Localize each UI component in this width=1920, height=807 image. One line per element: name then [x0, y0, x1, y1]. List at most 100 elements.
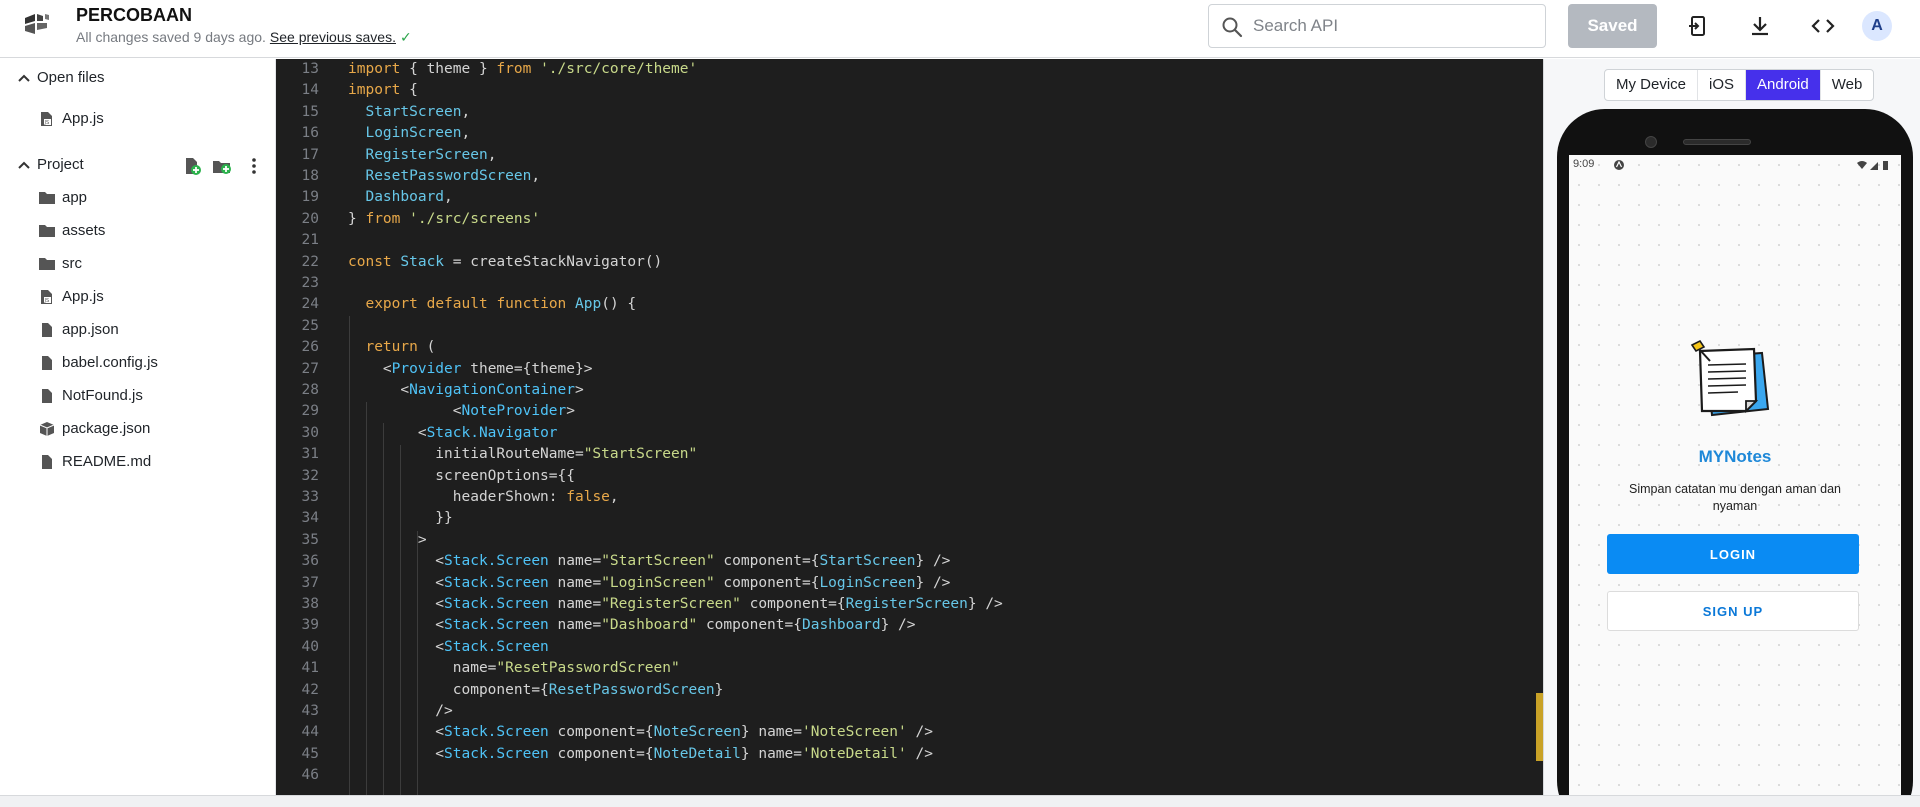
- project-title[interactable]: PERCOBAAN: [76, 5, 192, 26]
- platform-tab-web[interactable]: Web: [1821, 70, 1874, 100]
- tree-item-label: src: [62, 255, 82, 272]
- platform-tab-ios[interactable]: iOS: [1698, 70, 1747, 100]
- line-text: initialRouteName="StartScreen": [348, 446, 698, 463]
- new-file-icon[interactable]: [182, 156, 202, 176]
- code-line[interactable]: 25: [276, 316, 1543, 337]
- code-line[interactable]: 22 const Stack = createStackNavigator(): [276, 252, 1543, 273]
- platform-tab-android[interactable]: Android: [1746, 70, 1821, 100]
- code-line[interactable]: 29 <NoteProvider>: [276, 401, 1543, 422]
- open-files-header[interactable]: Open files: [0, 65, 276, 91]
- code-line[interactable]: 34 }}: [276, 508, 1543, 529]
- code-line[interactable]: 24 export default function App() {: [276, 294, 1543, 315]
- line-text: />: [348, 703, 453, 719]
- scrollbar-thumb[interactable]: [1536, 693, 1543, 761]
- code-line[interactable]: 14 import {: [276, 80, 1543, 101]
- code-line[interactable]: 19 Dashboard,: [276, 187, 1543, 208]
- line-number: 46: [301, 767, 319, 784]
- line-number: 44: [301, 724, 319, 741]
- code-editor[interactable]: 13 import { theme } from './src/core/them…: [276, 59, 1543, 795]
- line-text: <NoteProvider>: [348, 403, 575, 420]
- login-button[interactable]: LOGIN: [1607, 534, 1859, 574]
- line-number: 41: [301, 660, 319, 677]
- save-status-text: All changes saved 9 days ago.: [76, 29, 266, 45]
- code-line[interactable]: 17 RegisterScreen,: [276, 145, 1543, 166]
- code-icon: [1811, 19, 1835, 33]
- code-line[interactable]: 45 <Stack.Screen component={NoteDetail} …: [276, 744, 1543, 765]
- signal-battery-icon: [1857, 161, 1888, 170]
- code-line[interactable]: 18 ResetPasswordScreen,: [276, 166, 1543, 187]
- check-icon: ✓: [399, 29, 412, 45]
- tree-item-src[interactable]: src: [0, 251, 276, 277]
- code-line[interactable]: 26 return (: [276, 337, 1543, 358]
- line-number: 40: [301, 638, 319, 655]
- tree-item-assets[interactable]: assets: [0, 218, 276, 244]
- code-line[interactable]: 15 StartScreen,: [276, 102, 1543, 123]
- code-line[interactable]: 42 component={ResetPasswordScreen}: [276, 680, 1543, 701]
- avatar[interactable]: A: [1862, 11, 1892, 41]
- tree-item-app-json[interactable]: app.json: [0, 317, 276, 343]
- more-vertical-icon[interactable]: [244, 156, 264, 176]
- code-line[interactable]: 33 headerShown: false,: [276, 487, 1543, 508]
- line-text: import {: [348, 82, 418, 99]
- chevron-up-icon: [18, 161, 30, 169]
- code-line[interactable]: 13 import { theme } from './src/core/them…: [276, 59, 1543, 80]
- tree-item-app[interactable]: app: [0, 185, 276, 211]
- code-line[interactable]: 31 initialRouteName="StartScreen": [276, 444, 1543, 465]
- code-line[interactable]: 28 <NavigationContainer>: [276, 380, 1543, 401]
- previous-saves-link[interactable]: See previous saves.: [270, 29, 396, 45]
- open-files-label: Open files: [37, 69, 105, 86]
- platform-tab-my-device[interactable]: My Device: [1605, 70, 1699, 100]
- code-line[interactable]: 43 />: [276, 701, 1543, 722]
- code-line[interactable]: 27 <Provider theme={theme}>: [276, 359, 1543, 380]
- saved-button[interactable]: Saved: [1568, 4, 1657, 48]
- code-line[interactable]: 46: [276, 765, 1543, 786]
- tree-item-babel-config[interactable]: babel.config.js: [0, 350, 276, 376]
- line-number: 35: [301, 531, 319, 548]
- device-screen[interactable]: 9:09 MYNotes Simpan catatan mu dengan am…: [1569, 155, 1901, 795]
- download-button[interactable]: [1743, 9, 1777, 43]
- code-line[interactable]: 40 <Stack.Screen: [276, 637, 1543, 658]
- project-header[interactable]: Project: [0, 152, 276, 178]
- line-number: 17: [301, 146, 319, 163]
- code-line[interactable]: 36 <Stack.Screen name="StartScreen" comp…: [276, 551, 1543, 572]
- code-line[interactable]: 16 LoginScreen,: [276, 123, 1543, 144]
- code-line[interactable]: 20} from './src/screens': [276, 209, 1543, 230]
- code-line[interactable]: 38 <Stack.Screen name="RegisterScreen" c…: [276, 594, 1543, 615]
- tree-item-label: assets: [62, 222, 106, 239]
- tree-item-readme[interactable]: README.md: [0, 449, 276, 475]
- line-text: ResetPasswordScreen,: [365, 168, 541, 184]
- import-device-button[interactable]: [1681, 9, 1715, 43]
- line-number: 24: [301, 296, 319, 313]
- line-text: headerShown: false,: [348, 489, 619, 505]
- search-input[interactable]: [1253, 13, 1533, 39]
- signup-button[interactable]: SIGN UP: [1607, 591, 1859, 631]
- code-line[interactable]: 21: [276, 230, 1543, 251]
- code-line[interactable]: 35 >: [276, 530, 1543, 551]
- line-number: 37: [301, 574, 319, 591]
- expo-logo-icon[interactable]: [21, 8, 53, 40]
- file-icon: [42, 323, 52, 337]
- line-number: 39: [301, 617, 319, 634]
- line-number: 13: [301, 61, 319, 77]
- tree-item-notfound[interactable]: NotFound.js: [0, 383, 276, 409]
- folder-icon: [39, 258, 55, 270]
- open-file-item[interactable]: JS App.js: [0, 106, 276, 132]
- save-status: All changes saved 9 days ago. See previou…: [76, 29, 412, 46]
- tree-item-app-js[interactable]: JS App.js: [0, 284, 276, 310]
- code-line[interactable]: 41 name="ResetPasswordScreen": [276, 658, 1543, 679]
- embed-code-button[interactable]: [1806, 9, 1840, 43]
- code-line[interactable]: 32 screenOptions={{: [276, 466, 1543, 487]
- line-text: import { theme } from './src/core/theme': [348, 61, 698, 77]
- code-line[interactable]: 30 <Stack.Navigator: [276, 423, 1543, 444]
- line-text: <Stack.Screen: [348, 638, 549, 655]
- download-icon: [1752, 17, 1768, 36]
- line-number: 21: [301, 232, 319, 249]
- search-box[interactable]: [1208, 4, 1546, 48]
- tree-item-package-json[interactable]: package.json: [0, 416, 276, 442]
- code-line[interactable]: 44 <Stack.Screen component={NoteScreen} …: [276, 722, 1543, 743]
- new-folder-icon[interactable]: [212, 156, 232, 176]
- code-line[interactable]: 39 <Stack.Screen name="Dashboard" compon…: [276, 615, 1543, 636]
- status-time: 9:09: [1573, 158, 1595, 170]
- code-line[interactable]: 37 <Stack.Screen name="LoginScreen" comp…: [276, 573, 1543, 594]
- code-line[interactable]: 23: [276, 273, 1543, 294]
